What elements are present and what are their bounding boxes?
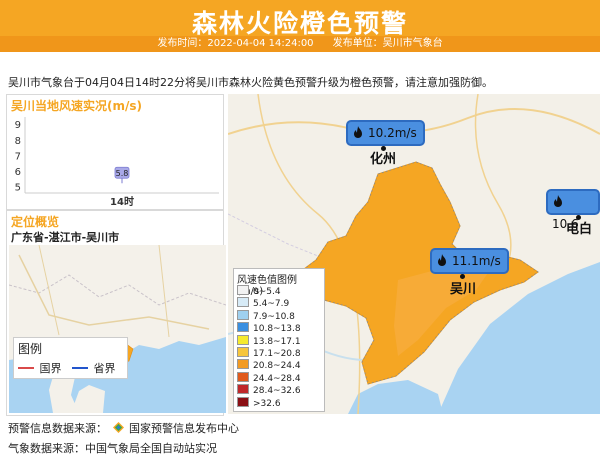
legend-item-province-border: 省界	[72, 360, 116, 376]
wind-legend-item: 28.4~32.6	[237, 384, 301, 397]
wind-legend-swatch	[237, 371, 249, 382]
overview-map[interactable]	[9, 245, 226, 413]
legend-label-national: 国界	[39, 362, 62, 375]
city-label-wuchuan: 吴川	[450, 282, 477, 297]
location-text: 广东省-湛江市-吴川市	[11, 231, 120, 244]
warning-center-logo-icon	[112, 422, 124, 433]
wind-color-legend: 风速色值图例 (m/s) 0~5.4 5.4~7.9 7.9~10.8 10.8~13…	[233, 268, 325, 412]
wind-legend-swatch	[237, 309, 249, 320]
wind-chart: 5 6 7 8 9 14时 5.8	[15, 117, 219, 208]
province-border-swatch	[72, 367, 88, 369]
wind-legend-swatch	[237, 347, 249, 357]
station-bubble-dianbai[interactable]: 10.6	[546, 189, 600, 231]
page-title: 森林火险橙色预警	[191, 9, 408, 38]
y-tick-label: 5	[15, 183, 21, 194]
overview-map-graphic	[9, 245, 226, 413]
publisher: 发布单位：吴川市气象台	[332, 38, 443, 49]
location-panel-title: 定位概览	[11, 215, 60, 229]
header-banner: 森林火险橙色预警 发布时间：2022-04-04 14:24:00 发布单位：吴…	[0, 0, 600, 52]
wind-legend-swatch	[237, 322, 249, 333]
location-panel: 定位概览 广东省-湛江市-吴川市 图例 国界 省界	[6, 210, 226, 416]
wind-legend-item: 20.8~24.4	[237, 359, 301, 372]
data-label: 5.8	[116, 169, 129, 178]
wind-legend-item: 10.8~13.8	[237, 322, 301, 335]
fire-icon	[438, 254, 446, 266]
station-value-huazhou: 10.2m/s	[368, 126, 417, 140]
overview-legend: 图例 国界 省界	[13, 337, 128, 379]
publish-meta: 发布时间：2022-04-04 14:24:00 发布单位：吴川市气象台	[0, 36, 600, 52]
wind-legend-label: 10.8~13.8	[253, 324, 301, 335]
wind-legend-swatch	[237, 384, 249, 395]
y-tick-label: 7	[15, 151, 21, 162]
city-label-huazhou: 化州	[370, 152, 397, 167]
warning-source-label: 预警信息数据来源：	[8, 422, 107, 435]
x-tick-label: 14时	[110, 195, 134, 208]
national-border-swatch	[18, 367, 34, 369]
wind-panel: 吴川当地风速实况(m/s) 5 6 7 8 9 14时 5.8	[6, 94, 224, 210]
wind-legend-label: 17.1~20.8	[253, 349, 301, 359]
wind-legend-swatch	[237, 334, 249, 345]
wind-legend-label: 0~5.4	[253, 287, 281, 297]
wind-legend-label: 5.4~7.9	[253, 299, 290, 310]
main-map[interactable]: 10.2m/s 化州 11.1m/s 吴川 10.6 电白 风速色值图例 (m/…	[228, 94, 600, 414]
wind-legend-label: 24.4~28.4	[253, 373, 301, 384]
wind-legend-swatch	[237, 297, 249, 308]
legend-item-national-border: 国界	[18, 360, 62, 376]
wind-legend-item: 17.1~20.8	[237, 347, 301, 359]
wind-legend-item: 13.8~17.1	[237, 334, 301, 347]
wind-legend-label: 13.8~17.1	[253, 336, 301, 347]
weather-source: 气象数据来源：中国气象局全国自动站实况	[8, 442, 217, 455]
fire-icon	[554, 195, 562, 207]
y-tick-label: 6	[15, 167, 21, 178]
station-bubble-huazhou[interactable]: 10.2m/s	[346, 120, 425, 146]
y-tick-label: 8	[15, 136, 21, 147]
wind-legend-label: >32.6	[253, 398, 281, 409]
warning-summary: 吴川市气象台于04月04日14时22分将吴川市森林火险黄色预警升级为橙色预警，请…	[8, 76, 493, 89]
overview-legend-title: 图例	[18, 342, 43, 356]
wind-legend-swatch	[237, 285, 249, 295]
legend-label-province: 省界	[93, 362, 116, 375]
wind-legend-label: 20.8~24.4	[253, 361, 301, 372]
wind-legend-label: 28.4~32.6	[253, 386, 301, 397]
y-tick-label: 9	[15, 120, 21, 131]
wind-legend-item: 7.9~10.8	[237, 309, 295, 322]
wind-legend-item: 0~5.4	[237, 285, 281, 297]
wind-legend-item: 24.4~28.4	[237, 371, 301, 384]
warning-source: 预警信息数据来源： 国家预警信息发布中心	[8, 420, 239, 436]
wind-legend-item: 5.4~7.9	[237, 297, 290, 310]
wind-legend-item: >32.6	[237, 396, 281, 409]
city-label-dianbai: 电白	[566, 222, 593, 237]
wind-legend-swatch	[237, 359, 249, 370]
station-bubble-wuchuan[interactable]: 11.1m/s	[430, 248, 509, 274]
station-value-wuchuan: 11.1m/s	[452, 254, 501, 268]
fire-icon	[354, 126, 362, 138]
wind-legend-label: 7.9~10.8	[253, 311, 295, 322]
publish-time: 发布时间：2022-04-04 14:24:00	[157, 38, 314, 49]
warning-source-name: 国家预警信息发布中心	[129, 422, 239, 435]
wind-legend-swatch	[237, 396, 249, 407]
